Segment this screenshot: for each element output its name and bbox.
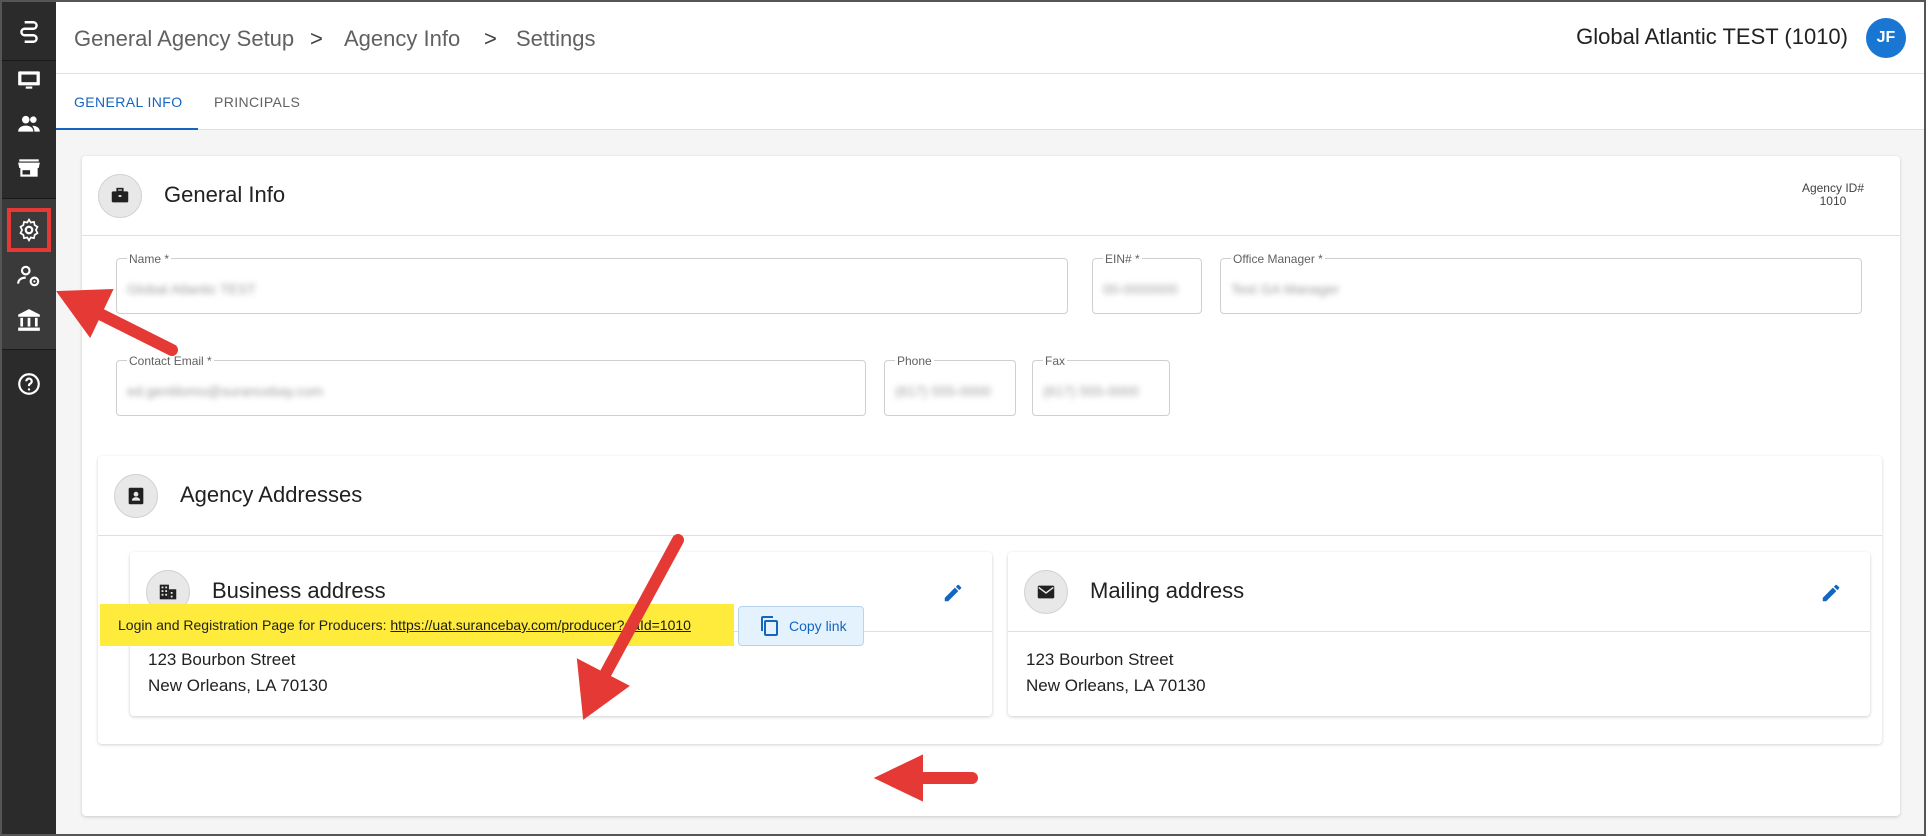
breadcrumb-separator: > [310, 26, 323, 51]
name-field-label: Name * [127, 252, 172, 266]
pencil-icon [1822, 584, 1840, 602]
mailing-address-line2: New Orleans, LA 70130 [1026, 676, 1206, 695]
name-field-value: Global Atlantic TEST [127, 281, 256, 297]
contact-email-field-value: ed.gentilomo@surancebay.com [127, 383, 324, 399]
briefcase-icon [98, 174, 142, 218]
general-info-title: General Info [164, 182, 286, 207]
phone-field[interactable]: Phone (617) 555-0000 [884, 354, 1016, 416]
agency-addresses-card: Agency Addresses Business address 123 Bo… [98, 456, 1882, 744]
ein-field-label: EIN# * [1103, 252, 1142, 266]
registration-text: Login and Registration Page for Producer… [118, 617, 691, 633]
logo-icon[interactable] [9, 12, 49, 52]
registration-url-link[interactable]: https://uat.surancebay.com/producer?gaId… [390, 617, 691, 633]
mailing-address-header: Mailing address [1008, 552, 1870, 632]
contact-card-icon [114, 474, 158, 518]
avatar[interactable]: JF [1866, 18, 1906, 58]
tab-general-info[interactable]: GENERAL INFO [74, 94, 183, 110]
breadcrumb-settings: Settings [516, 26, 596, 51]
registration-label: Login and Registration Page for Producer… [118, 617, 387, 633]
copy-link-label: Copy link [789, 618, 847, 634]
office-manager-field-label: Office Manager * [1231, 252, 1325, 266]
sidebar-divider [2, 349, 56, 350]
bank-icon[interactable] [9, 300, 49, 340]
breadcrumb-agency-info[interactable]: Agency Info [344, 26, 460, 52]
tab-bar: GENERAL INFO PRINCIPALS [56, 74, 1924, 130]
office-manager-field-value: Test GA Manager [1231, 281, 1340, 297]
fax-field-label: Fax [1043, 354, 1068, 368]
agency-id: Agency ID# 1010 [1802, 182, 1864, 208]
envelope-icon [1024, 570, 1068, 614]
ein-field[interactable]: EIN# * 00-0000000 [1092, 252, 1202, 314]
user-gear-icon[interactable] [9, 256, 49, 296]
copy-icon [761, 616, 778, 636]
agency-addresses-title: Agency Addresses [180, 482, 363, 507]
top-bar: General Agency Setup > Agency Info > Set… [56, 2, 1924, 74]
ein-field-value: 00-0000000 [1103, 281, 1178, 297]
breadcrumb-separator: > [484, 26, 497, 51]
copy-link-button[interactable]: Copy link [738, 606, 864, 646]
mailing-address-line1: 123 Bourbon Street [1026, 650, 1174, 669]
agency-addresses-header: Agency Addresses [98, 456, 1882, 536]
pencil-icon [944, 584, 962, 602]
general-info-header: General Info Agency ID# 1010 [82, 156, 1900, 236]
gear-icon[interactable] [7, 208, 51, 252]
agency-id-value: 1010 [1819, 194, 1847, 208]
business-address-line2: New Orleans, LA 70130 [148, 676, 328, 695]
business-address-title: Business address [212, 578, 386, 603]
agency-name: Global Atlantic TEST (1010) [1576, 24, 1848, 49]
business-address-line1: 123 Bourbon Street [148, 650, 296, 669]
phone-field-value: (617) 555-0000 [895, 383, 991, 399]
general-info-card: General Info Agency ID# 1010 Name * Glob… [82, 156, 1900, 816]
tab-principals[interactable]: PRINCIPALS [214, 94, 300, 110]
active-tab-indicator [56, 128, 198, 130]
mailing-address-title: Mailing address [1090, 578, 1245, 603]
fax-field-value: (617) 555-0000 [1043, 383, 1139, 399]
mailing-address-card: Mailing address 123 Bourbon Street New O… [1008, 552, 1870, 716]
name-field[interactable]: Name * Global Atlantic TEST [116, 252, 1068, 314]
people-icon[interactable] [9, 104, 49, 144]
office-manager-field[interactable]: Office Manager * Test GA Manager [1220, 252, 1862, 314]
store-icon[interactable] [9, 148, 49, 188]
contact-email-field[interactable]: Contact Email * ed.gentilomo@surancebay.… [116, 354, 866, 416]
edit-mailing-address-button[interactable] [1818, 580, 1844, 606]
edit-business-address-button[interactable] [940, 580, 966, 606]
phone-field-label: Phone [895, 354, 934, 368]
breadcrumb-general-agency-setup[interactable]: General Agency Setup [74, 26, 294, 52]
sidebar [2, 2, 56, 834]
fax-field[interactable]: Fax (617) 555-0000 [1032, 354, 1170, 416]
contact-email-field-label: Contact Email * [127, 354, 214, 368]
monitor-icon[interactable] [9, 60, 49, 100]
registration-link-banner: Login and Registration Page for Producer… [100, 604, 734, 646]
main-content: General Agency Setup > Agency Info > Set… [56, 2, 1924, 834]
help-icon[interactable] [9, 364, 49, 404]
